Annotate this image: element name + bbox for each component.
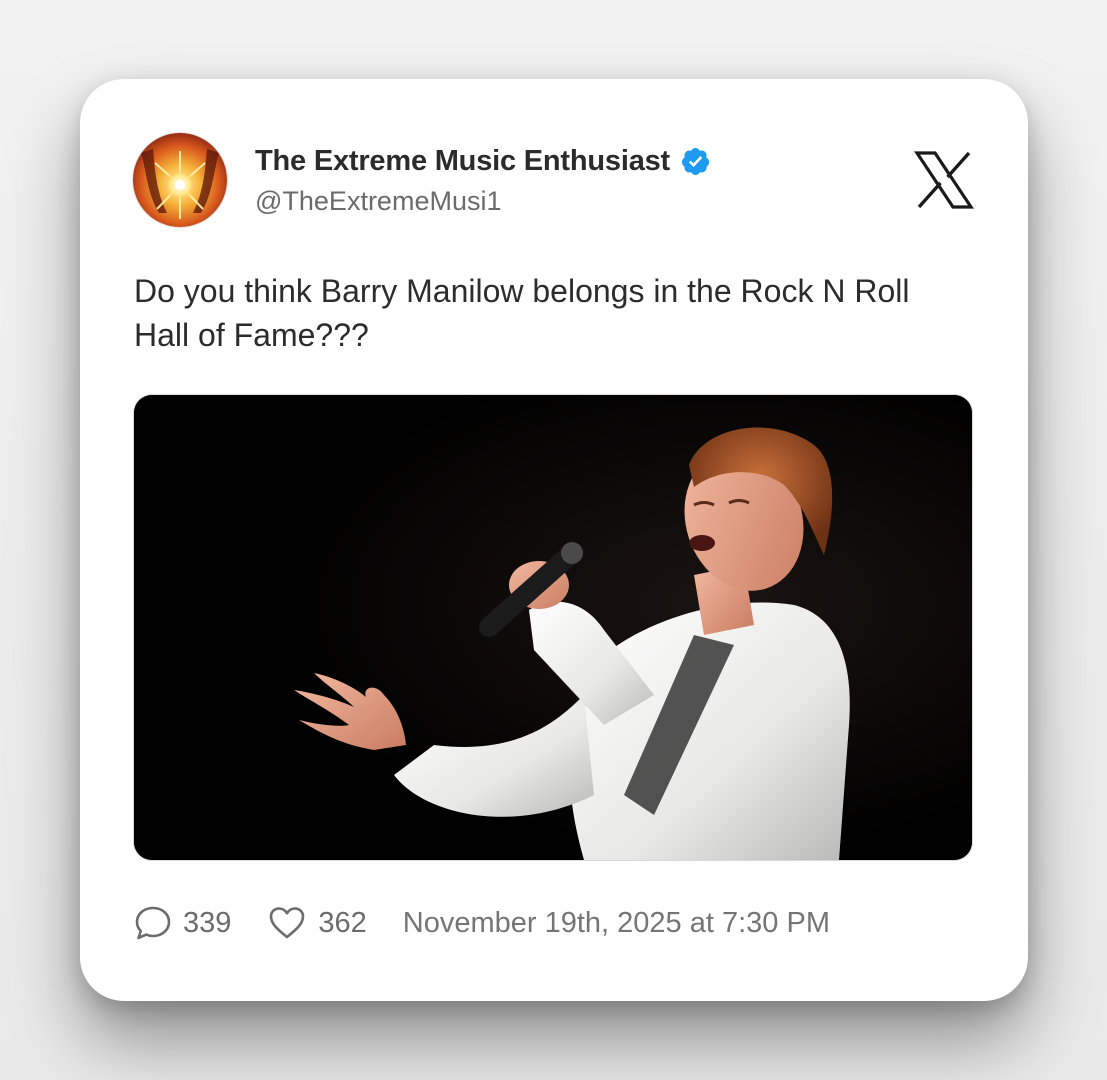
like-count: 362 <box>318 906 367 939</box>
screenshot-stage: The Extreme Music Enthusiast @TheExtreme… <box>0 0 1107 1080</box>
author-avatar[interactable] <box>133 133 227 227</box>
tweet-media-photo[interactable] <box>134 395 972 860</box>
comment-bubble-icon <box>135 906 171 940</box>
performer-photo <box>134 395 972 860</box>
like-stat[interactable]: 362 <box>267 904 367 942</box>
tweet-card[interactable]: The Extreme Music Enthusiast @TheExtreme… <box>80 79 1028 1001</box>
heart-icon <box>270 907 305 939</box>
tweet-stats-bar: 339 362 November 19th, 2025 at 7:30 PM <box>134 901 830 945</box>
author-display-name[interactable]: The Extreme Music Enthusiast <box>255 145 670 178</box>
verified-badge-icon <box>680 146 711 177</box>
x-logo-icon[interactable] <box>913 149 975 211</box>
tweet-timestamp[interactable]: November 19th, 2025 at 7:30 PM <box>403 907 830 940</box>
author-name-row[interactable]: The Extreme Music Enthusiast <box>255 145 711 178</box>
tweet-text: Do you think Barry Manilow belongs in th… <box>134 273 910 353</box>
reply-count: 339 <box>183 906 232 939</box>
sunburst-avatar-icon <box>133 133 227 227</box>
author-handle[interactable]: @TheExtremeMusi1 <box>255 186 501 217</box>
reply-stat[interactable]: 339 <box>134 904 231 942</box>
